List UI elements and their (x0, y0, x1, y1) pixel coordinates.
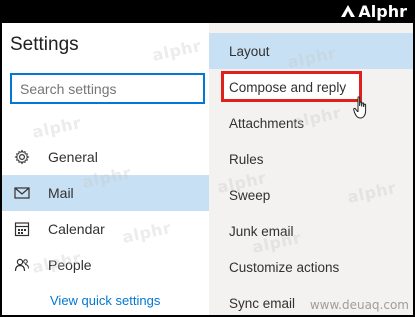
sidebar-item-mail[interactable]: Mail (2, 175, 209, 211)
menu-item-label: Junk email (229, 223, 294, 239)
menu-item-label: Layout (229, 43, 270, 59)
sidebar-item-label: General (48, 149, 98, 165)
alphr-brand: Alphr (315, 0, 415, 22)
settings-sidebar: Settings General M (2, 23, 209, 315)
gear-icon (14, 149, 30, 165)
menu-item-label: Sync email (229, 295, 296, 311)
sidebar-item-label: People (48, 257, 92, 273)
brand-name: Alphr (358, 1, 407, 21)
mail-settings-menu: Layout Compose and reply Attachments Rul… (209, 23, 413, 315)
alphr-logo-icon (341, 5, 356, 17)
menu-item-junk-email[interactable]: Junk email (209, 213, 413, 249)
page-title: Settings (10, 34, 79, 55)
site-watermark: www.deuaq.com (309, 298, 409, 312)
sidebar-item-calendar[interactable]: Calendar (2, 211, 209, 247)
mail-menu-list: Layout Compose and reply Attachments Rul… (209, 33, 413, 315)
sidebar-item-people[interactable]: People (2, 247, 209, 283)
menu-item-rules[interactable]: Rules (209, 141, 413, 177)
menu-item-sweep[interactable]: Sweep (209, 177, 413, 213)
menu-item-label: Customize actions (229, 259, 340, 275)
mail-icon (14, 185, 30, 201)
menu-item-label: Rules (229, 151, 264, 167)
calendar-icon (14, 221, 30, 237)
search-input[interactable] (10, 73, 205, 104)
menu-item-label: Sweep (229, 187, 271, 203)
people-icon (14, 257, 30, 273)
sidebar-item-general[interactable]: General (2, 139, 209, 175)
sidebar-item-label: Calendar (48, 221, 105, 237)
menu-item-layout[interactable]: Layout (209, 33, 413, 69)
settings-window: Settings General M (1, 22, 414, 316)
sidebar-item-label: Mail (48, 185, 74, 201)
menu-item-customize-actions[interactable]: Customize actions (209, 249, 413, 285)
settings-nav: General Mail Calendar People (2, 139, 209, 283)
view-quick-settings-link[interactable]: View quick settings (50, 293, 160, 308)
hand-pointer-icon (353, 96, 371, 125)
menu-item-compose-and-reply[interactable]: Compose and reply (209, 69, 413, 105)
menu-item-label: Attachments (229, 115, 305, 131)
menu-item-label: Compose and reply (229, 79, 347, 95)
menu-item-attachments[interactable]: Attachments (209, 105, 413, 141)
